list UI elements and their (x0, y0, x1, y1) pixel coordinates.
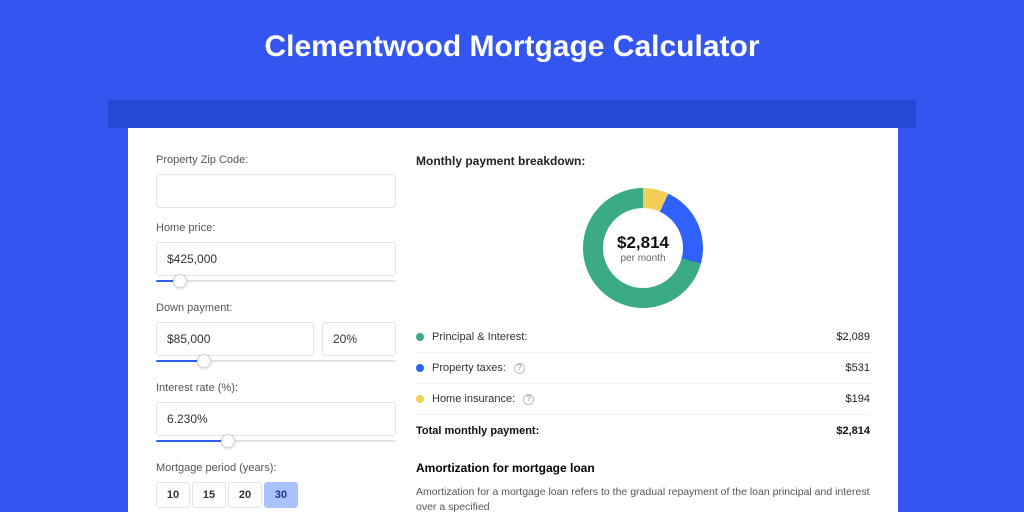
donut-chart: $2,814 per month (416, 174, 870, 322)
info-icon[interactable]: ? (523, 394, 534, 405)
zip-label: Property Zip Code: (156, 154, 396, 166)
down-payment-label: Down payment: (156, 302, 396, 314)
legend-home-insurance: Home insurance: ? $194 (416, 384, 870, 415)
interest-rate-slider[interactable] (156, 434, 396, 448)
zip-group: Property Zip Code: (156, 154, 396, 208)
period-15-button[interactable]: 15 (192, 482, 226, 508)
down-payment-percent-input[interactable] (322, 322, 396, 356)
legend-label: Home insurance: (432, 393, 515, 405)
down-payment-amount-input[interactable] (156, 322, 314, 356)
legend-value: $2,089 (836, 331, 870, 343)
interest-rate-input[interactable] (156, 402, 396, 436)
total-label: Total monthly payment: (416, 425, 539, 437)
slider-thumb-icon[interactable] (197, 354, 211, 368)
interest-rate-group: Interest rate (%): (156, 382, 396, 448)
amortization-text: Amortization for a mortgage loan refers … (416, 485, 870, 512)
form-panel: Property Zip Code: Home price: Down paym… (156, 154, 396, 512)
donut-center-value: $2,814 (617, 233, 669, 253)
amortization-title: Amortization for mortgage loan (416, 461, 870, 475)
legend-label: Property taxes: (432, 362, 506, 374)
breakdown-panel: Monthly payment breakdown: $2,814 per mo… (416, 154, 870, 512)
interest-rate-label: Interest rate (%): (156, 382, 396, 394)
home-price-label: Home price: (156, 222, 396, 234)
calculator-card: Property Zip Code: Home price: Down paym… (128, 128, 898, 512)
legend-label: Principal & Interest: (432, 331, 527, 343)
amortization-section: Amortization for mortgage loan Amortizat… (416, 461, 870, 512)
slider-thumb-icon[interactable] (173, 274, 187, 288)
down-payment-slider[interactable] (156, 354, 396, 368)
home-price-input[interactable] (156, 242, 396, 276)
zip-input[interactable] (156, 174, 396, 208)
legend-value: $194 (846, 393, 870, 405)
period-10-button[interactable]: 10 (156, 482, 190, 508)
period-20-button[interactable]: 20 (228, 482, 262, 508)
period-30-button[interactable]: 30 (264, 482, 298, 508)
mortgage-period-group: Mortgage period (years): 10 15 20 30 (156, 462, 396, 508)
down-payment-group: Down payment: (156, 302, 396, 368)
total-value: $2,814 (836, 425, 870, 437)
donut-center: $2,814 per month (603, 208, 683, 288)
page-title: Clementwood Mortgage Calculator (0, 0, 1024, 64)
home-price-slider[interactable] (156, 274, 396, 288)
legend-total: Total monthly payment: $2,814 (416, 415, 870, 447)
header-band (108, 100, 916, 128)
info-icon[interactable]: ? (514, 363, 525, 374)
mortgage-period-options: 10 15 20 30 (156, 482, 396, 508)
slider-thumb-icon[interactable] (221, 434, 235, 448)
mortgage-period-label: Mortgage period (years): (156, 462, 396, 474)
dot-icon (416, 364, 424, 372)
legend-value: $531 (846, 362, 870, 374)
dot-icon (416, 395, 424, 403)
breakdown-title: Monthly payment breakdown: (416, 154, 870, 168)
dot-icon (416, 333, 424, 341)
home-price-group: Home price: (156, 222, 396, 288)
legend-principal-interest: Principal & Interest: $2,089 (416, 322, 870, 353)
legend-property-taxes: Property taxes: ? $531 (416, 353, 870, 384)
donut-center-sub: per month (620, 253, 665, 264)
